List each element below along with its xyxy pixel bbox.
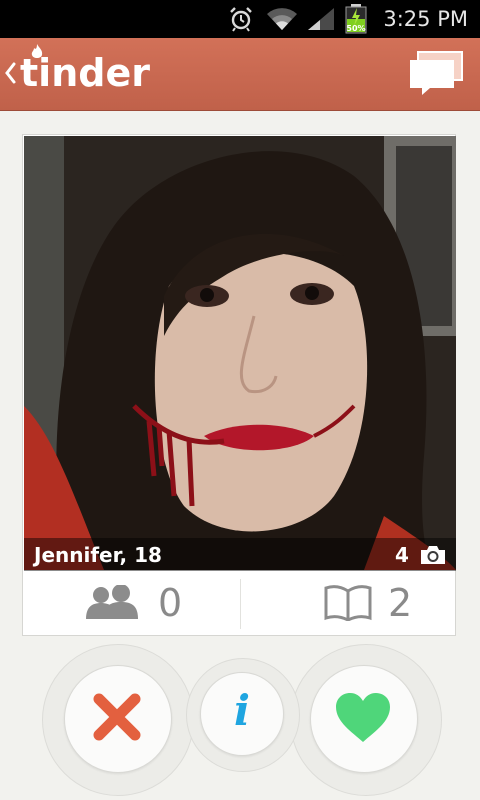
photo-count-badge: 4 <box>395 542 446 568</box>
shared-friends-count: 0 <box>158 581 183 625</box>
friends-icon <box>84 584 140 623</box>
heart-icon <box>334 692 392 748</box>
photo-count: 4 <box>394 543 409 567</box>
book-icon <box>324 585 372 625</box>
shared-friends[interactable]: 0 <box>24 571 240 635</box>
battery-percent: 50% <box>346 24 366 33</box>
status-bar: 50% 3:25 PM <box>0 0 480 38</box>
tinder-logo[interactable]: tinder <box>20 50 150 96</box>
signal-icon <box>306 6 336 36</box>
stats-row: 0 2 <box>24 571 456 635</box>
screen: 50% 3:25 PM tinder Jennifer, 18 4 0 2 i <box>0 0 480 800</box>
clock: 3:25 PM <box>383 7 468 31</box>
camera-icon <box>420 545 446 569</box>
shared-interests[interactable]: 2 <box>240 571 456 635</box>
profile-photo[interactable] <box>24 136 456 570</box>
profile-name: Jennifer, 18 <box>34 543 162 567</box>
wifi-icon <box>266 6 298 36</box>
alarm-icon <box>228 6 254 36</box>
shared-interests-count: 2 <box>388 581 413 625</box>
x-icon <box>92 692 142 746</box>
info-icon: i <box>234 686 250 735</box>
action-bar: tinder <box>0 38 480 111</box>
chevron-left-icon[interactable] <box>4 62 16 88</box>
chat-bubbles-icon[interactable] <box>408 48 466 98</box>
profile-card[interactable]: Jennifer, 18 4 0 2 <box>22 134 456 636</box>
photo-caption: Jennifer, 18 4 <box>24 538 456 571</box>
